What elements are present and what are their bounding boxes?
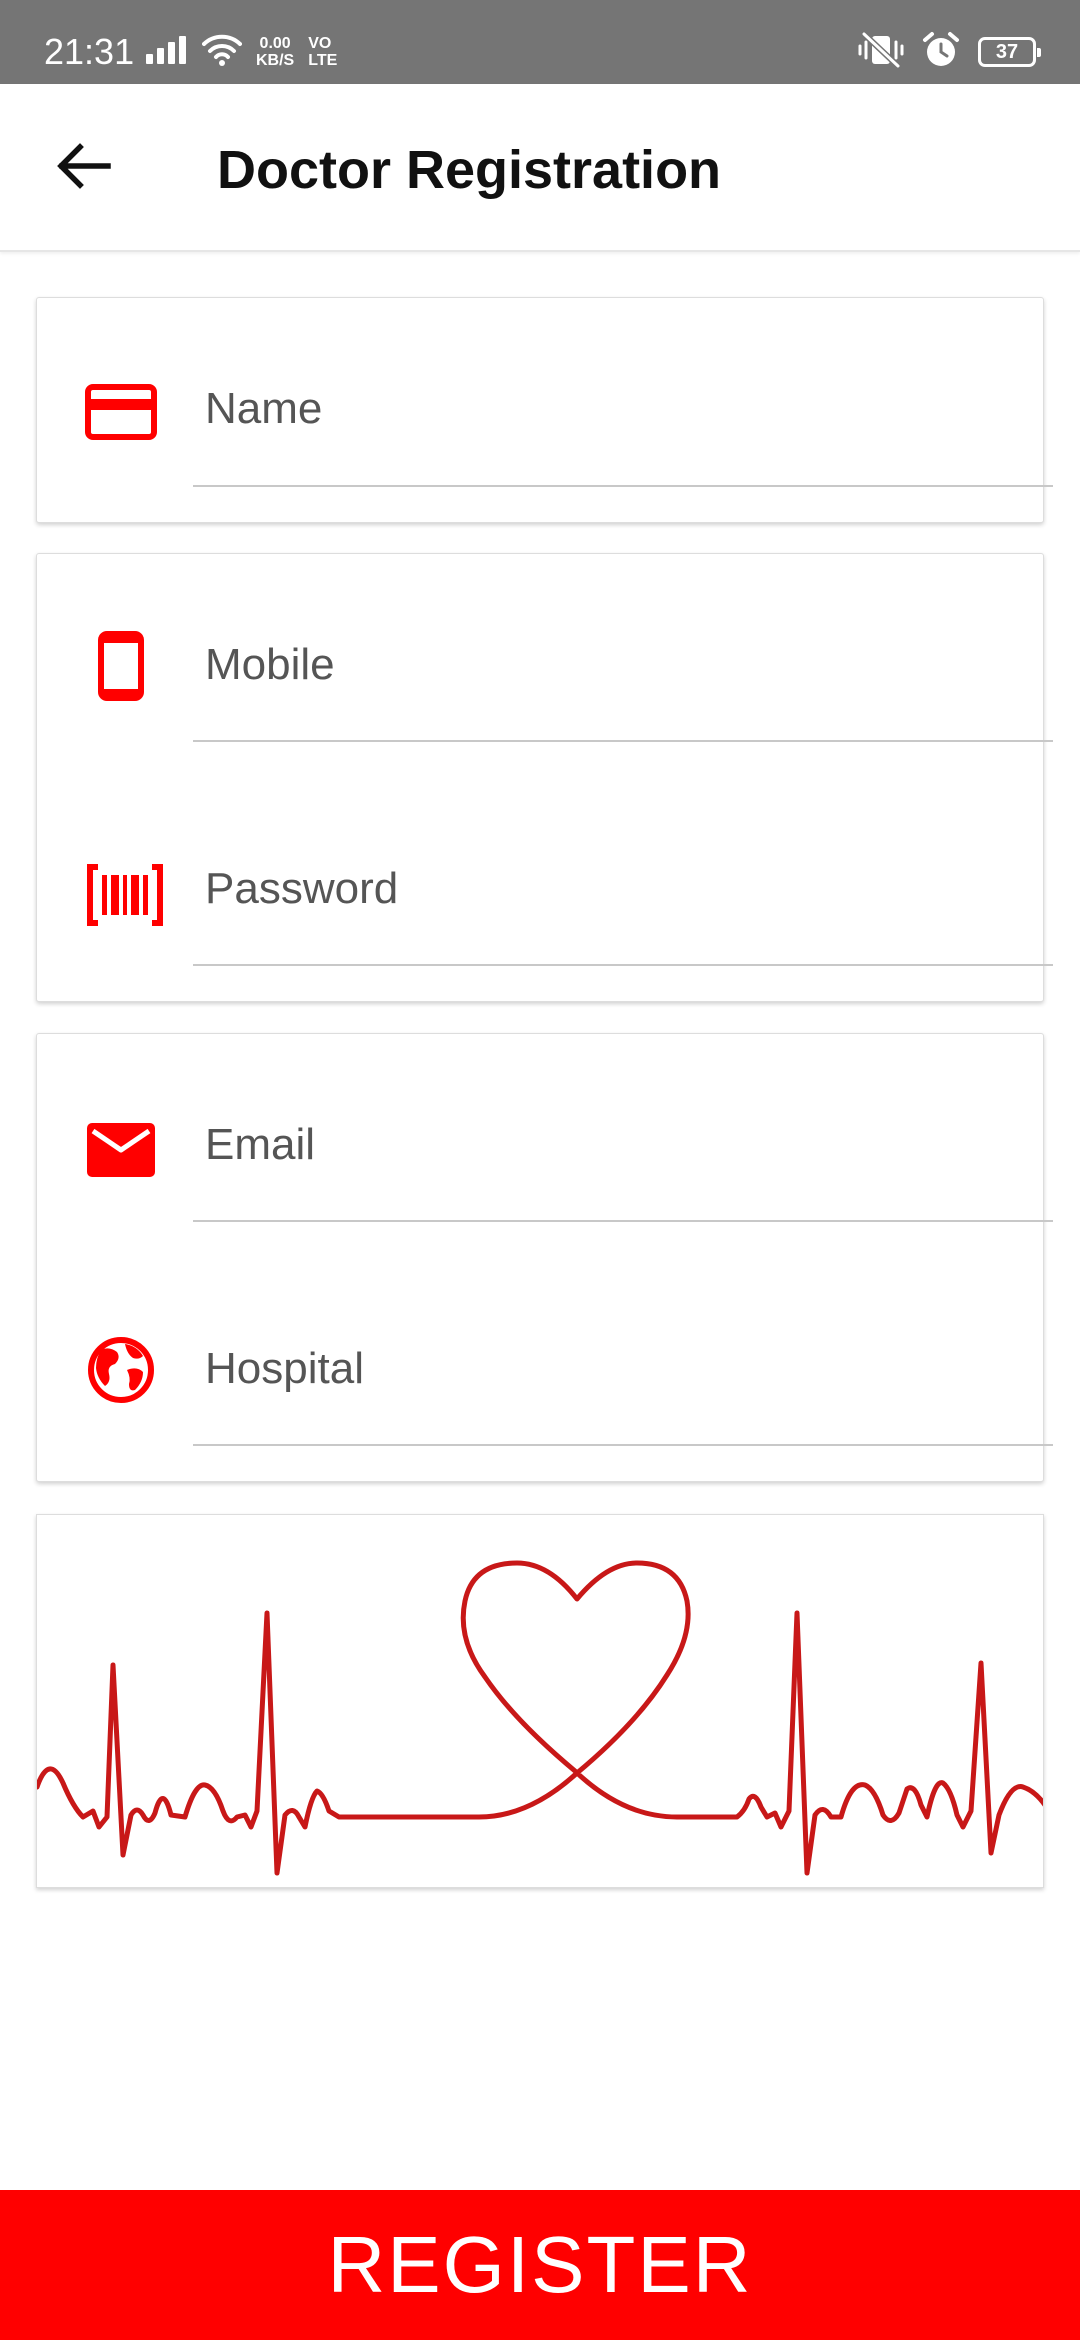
name-input[interactable] — [193, 364, 1053, 454]
heartbeat-heart-illustration — [37, 1560, 1043, 1876]
name-underline — [193, 485, 1053, 487]
mobile-input[interactable] — [193, 620, 1053, 710]
card-icon — [85, 376, 157, 448]
arrow-back-icon — [56, 142, 112, 195]
hospital-underline — [193, 1444, 1053, 1446]
volte-indicator: VO LTE — [308, 35, 337, 69]
barcode-icon — [85, 859, 165, 931]
password-input[interactable] — [193, 844, 1053, 934]
password-underline — [193, 964, 1053, 966]
vibrate-off-icon — [858, 31, 904, 73]
mobile-field-row — [37, 554, 1053, 778]
hospital-input[interactable] — [193, 1324, 1053, 1414]
phone-icon — [85, 630, 157, 702]
name-card — [36, 297, 1053, 523]
net-speed-value: 0.00 — [259, 35, 291, 52]
wifi-icon — [202, 34, 242, 71]
register-button[interactable]: REGISTER — [0, 2190, 1080, 2340]
email-input[interactable] — [193, 1100, 1053, 1190]
status-time: 21:31 — [44, 31, 135, 72]
net-speed-unit: KB/S — [256, 52, 295, 69]
alarm-icon — [922, 31, 960, 74]
battery-indicator: 37 — [978, 37, 1041, 67]
mobile-underline — [193, 740, 1053, 742]
globe-icon — [85, 1334, 157, 1406]
signal-icon — [146, 35, 188, 69]
heartbeat-banner — [36, 1514, 1044, 1888]
name-field-row — [37, 298, 1053, 522]
volte-top: VO — [308, 35, 332, 52]
contact-card — [36, 1033, 1053, 1482]
email-field-row — [37, 1034, 1053, 1258]
volte-bottom: LTE — [308, 52, 338, 69]
credentials-card — [36, 553, 1053, 1002]
status-right-icons: 37 — [858, 30, 1041, 74]
password-field-row — [37, 778, 1053, 1002]
net-speed-indicator: 0.00 KB/S — [256, 35, 294, 69]
mail-icon — [85, 1114, 157, 1186]
page-title: Doctor Registration — [217, 140, 722, 200]
hospital-field-row — [37, 1258, 1053, 1482]
email-underline — [193, 1220, 1053, 1222]
status-left-icons: 0.00 KB/S VO LTE — [146, 30, 337, 74]
back-button[interactable] — [44, 124, 124, 212]
app-bar: Doctor Registration — [0, 84, 1080, 252]
status-bar: 21:31 0.00 KB/S VO LTE 37 — [0, 0, 1080, 84]
